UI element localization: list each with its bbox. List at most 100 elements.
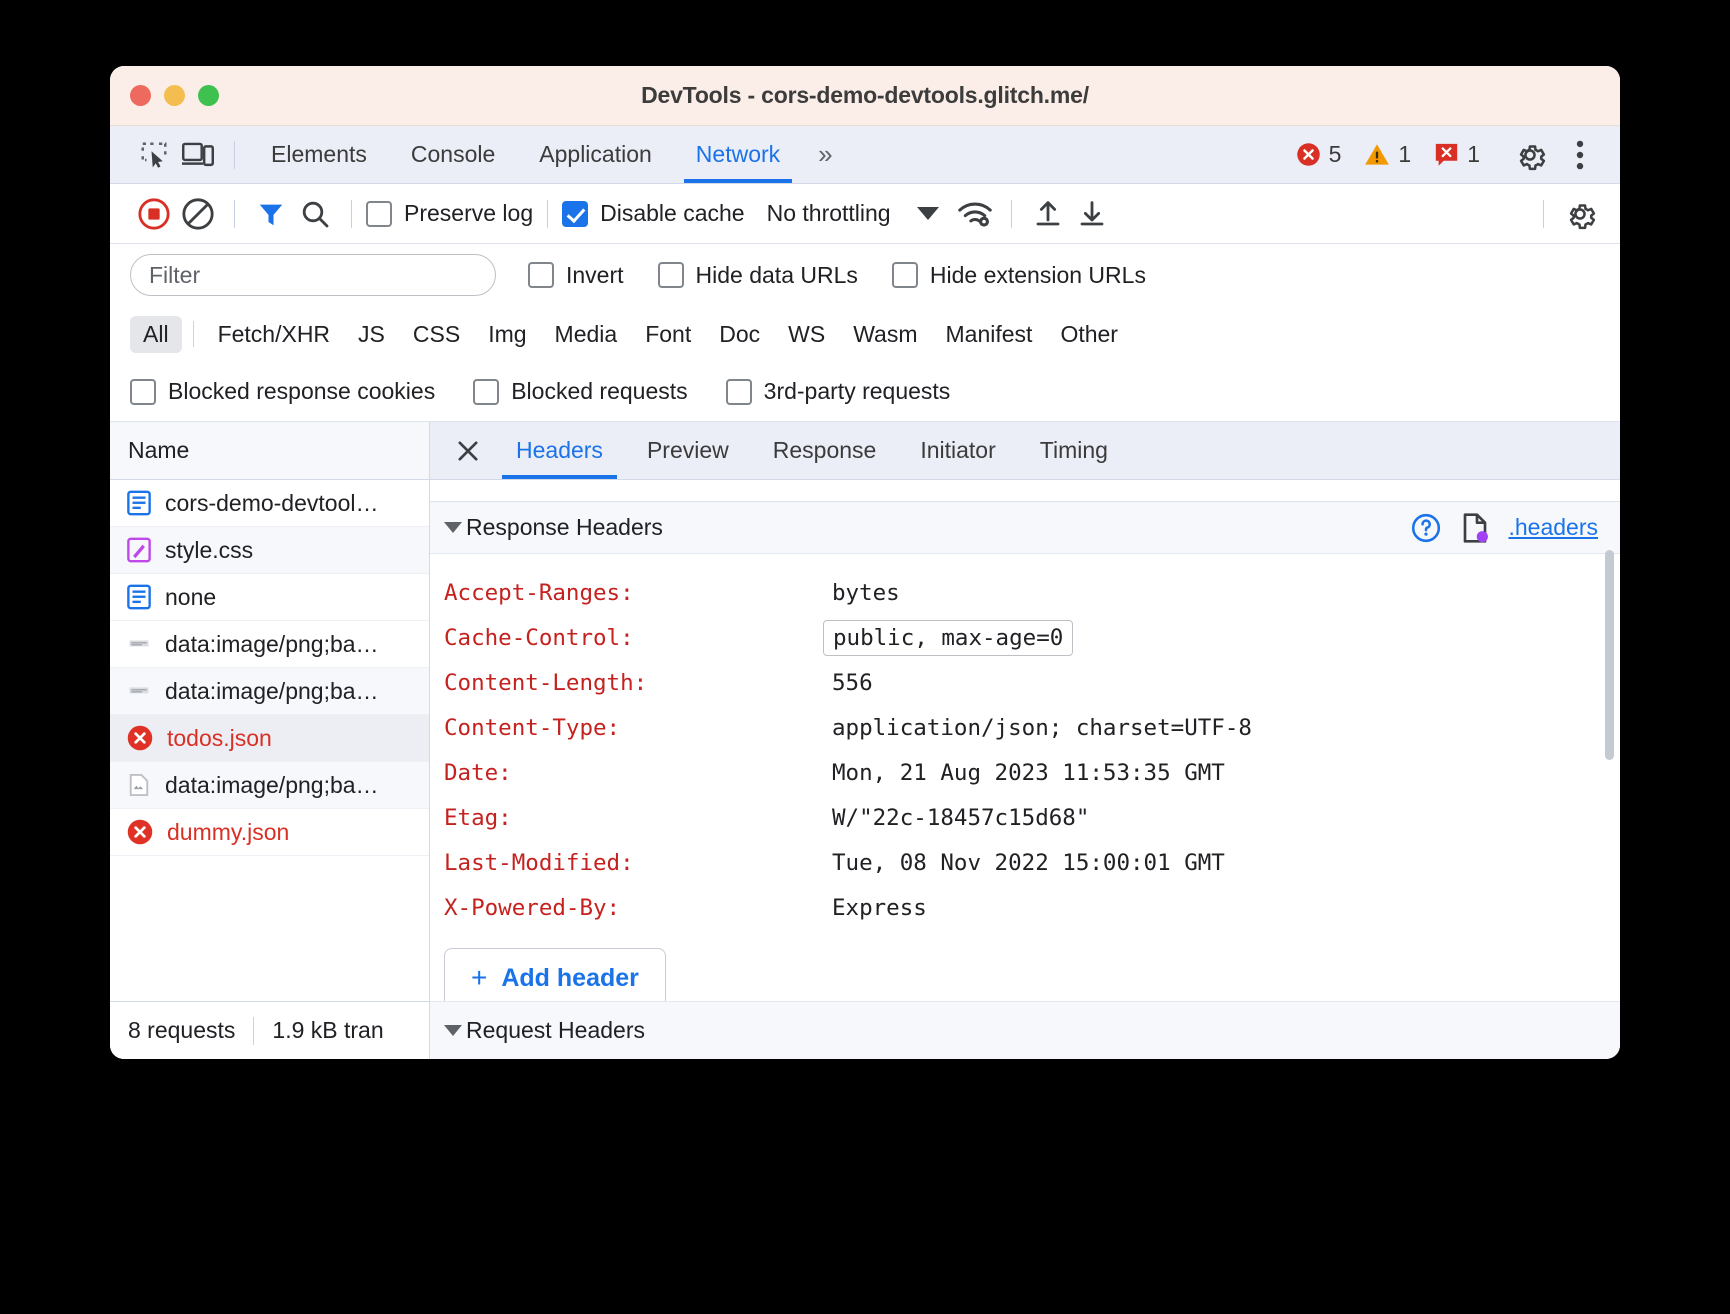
request-row-data-image-2[interactable]: data:image/png;ba… bbox=[110, 668, 429, 715]
column-header-name[interactable]: Name bbox=[110, 422, 429, 480]
header-row-last-modified[interactable]: Last-Modified: Tue, 08 Nov 2022 15:00:01… bbox=[430, 840, 1620, 885]
type-filter-font[interactable]: Font bbox=[632, 316, 704, 353]
type-filter-manifest[interactable]: Manifest bbox=[933, 316, 1046, 353]
request-name: todos.json bbox=[167, 725, 272, 752]
request-row-dummy-json[interactable]: dummy.json bbox=[110, 809, 429, 856]
tab-console[interactable]: Console bbox=[389, 126, 517, 183]
header-value[interactable]: Tue, 08 Nov 2022 15:00:01 GMT bbox=[832, 850, 1225, 876]
inspect-element-icon[interactable] bbox=[132, 135, 176, 175]
throttling-select[interactable]: No throttling bbox=[767, 200, 939, 227]
warning-badge[interactable]: 1 bbox=[1355, 141, 1419, 168]
disable-cache-checkbox[interactable]: Disable cache bbox=[562, 200, 744, 227]
header-row-content-type[interactable]: Content-Type: application/json; charset=… bbox=[430, 705, 1620, 750]
clear-no-entry-icon[interactable] bbox=[176, 194, 220, 234]
more-tabs-icon[interactable]: » bbox=[802, 139, 848, 170]
help-question-icon[interactable] bbox=[1410, 512, 1442, 544]
extra-filter-checkboxes: Blocked response cookies Blocked request… bbox=[110, 362, 1620, 422]
header-value[interactable]: Mon, 21 Aug 2023 11:53:35 GMT bbox=[832, 760, 1225, 786]
tab-network[interactable]: Network bbox=[674, 126, 802, 183]
detail-tab-timing[interactable]: Timing bbox=[1018, 422, 1130, 479]
hide-data-urls-checkbox[interactable]: Hide data URLs bbox=[658, 262, 858, 289]
request-row-todos-json[interactable]: todos.json bbox=[110, 715, 429, 762]
type-filter-all[interactable]: All bbox=[130, 316, 182, 353]
tab-elements[interactable]: Elements bbox=[249, 126, 389, 183]
download-arrow-icon[interactable] bbox=[1070, 194, 1114, 234]
request-row-data-image-3[interactable]: data:image/png;ba… bbox=[110, 762, 429, 809]
request-row-none[interactable]: none bbox=[110, 574, 429, 621]
headers-scrollbar[interactable] bbox=[1605, 550, 1614, 760]
header-name: X-Powered-By: bbox=[444, 895, 832, 921]
type-filter-fetch-xhr[interactable]: Fetch/XHR bbox=[205, 316, 343, 353]
header-value[interactable]: bytes bbox=[832, 580, 900, 606]
detail-tab-initiator[interactable]: Initiator bbox=[898, 422, 1017, 479]
resource-type-filters: All Fetch/XHR JS CSS Img Media Font Doc … bbox=[110, 306, 1620, 362]
request-row-data-image-1[interactable]: data:image/png;ba… bbox=[110, 621, 429, 668]
detail-tab-headers[interactable]: Headers bbox=[494, 422, 625, 479]
request-row-cors-demo[interactable]: cors-demo-devtool… bbox=[110, 480, 429, 527]
type-filter-css[interactable]: CSS bbox=[400, 316, 473, 353]
tab-application[interactable]: Application bbox=[517, 126, 674, 183]
panel-tabs: Elements Console Application Network » bbox=[249, 126, 849, 183]
tab-application-label: Application bbox=[539, 141, 652, 168]
type-filter-other[interactable]: Other bbox=[1047, 316, 1131, 353]
header-value[interactable]: 556 bbox=[832, 670, 873, 696]
funnel-filter-icon[interactable] bbox=[249, 194, 293, 234]
third-party-requests-checkbox[interactable]: 3rd-party requests bbox=[726, 378, 951, 405]
issues-count: 1 bbox=[1467, 141, 1480, 168]
header-row-accept-ranges[interactable]: Accept-Ranges: bytes bbox=[430, 570, 1620, 615]
device-toolbar-icon[interactable] bbox=[176, 135, 220, 175]
type-filter-js[interactable]: JS bbox=[345, 316, 398, 353]
hide-data-urls-label: Hide data URLs bbox=[696, 262, 858, 289]
invert-checkbox[interactable]: Invert bbox=[528, 262, 624, 289]
type-filter-ws[interactable]: WS bbox=[775, 316, 838, 353]
header-value[interactable]: Express bbox=[832, 895, 927, 921]
blocked-response-cookies-box bbox=[130, 379, 156, 405]
header-row-date[interactable]: Date: Mon, 21 Aug 2023 11:53:35 GMT bbox=[430, 750, 1620, 795]
hide-extension-urls-checkbox[interactable]: Hide extension URLs bbox=[892, 262, 1146, 289]
request-row-style-css[interactable]: style.css bbox=[110, 527, 429, 574]
gear-icon[interactable] bbox=[1508, 135, 1552, 175]
kebab-menu-icon[interactable] bbox=[1558, 135, 1602, 175]
header-value[interactable]: application/json; charset=UTF-8 bbox=[832, 715, 1252, 741]
chevron-down-icon bbox=[917, 207, 939, 220]
detail-tab-preview[interactable]: Preview bbox=[625, 422, 751, 479]
file-override-icon[interactable] bbox=[1460, 512, 1490, 544]
network-body: Name cors-demo-devtool… bbox=[110, 422, 1620, 1059]
search-icon[interactable] bbox=[293, 194, 337, 234]
header-name: Content-Type: bbox=[444, 715, 832, 741]
header-value-editable[interactable]: public, max-age=0 bbox=[823, 620, 1073, 656]
network-toolbar: Preserve log Disable cache No throttling bbox=[110, 184, 1620, 244]
upload-arrow-icon[interactable] bbox=[1026, 194, 1070, 234]
header-row-etag[interactable]: Etag: W/"22c-18457c15d68" bbox=[430, 795, 1620, 840]
warning-triangle-icon bbox=[1363, 141, 1391, 168]
toolbar-divider bbox=[234, 141, 235, 169]
wifi-gear-icon[interactable] bbox=[953, 194, 997, 234]
preserve-log-checkbox[interactable]: Preserve log bbox=[366, 200, 533, 227]
blocked-response-cookies-checkbox[interactable]: Blocked response cookies bbox=[130, 378, 435, 405]
headers-scroll-area: Response Headers bbox=[430, 502, 1620, 1001]
header-row-cache-control[interactable]: Cache-Control: public, max-age=0 bbox=[430, 615, 1620, 660]
response-headers-label: Response Headers bbox=[466, 514, 663, 541]
detail-tab-response[interactable]: Response bbox=[751, 422, 899, 479]
type-filter-doc[interactable]: Doc bbox=[706, 316, 773, 353]
type-filter-img[interactable]: Img bbox=[475, 316, 539, 353]
blocked-requests-checkbox[interactable]: Blocked requests bbox=[473, 378, 687, 405]
image-data-icon bbox=[126, 631, 152, 657]
close-icon[interactable] bbox=[442, 422, 494, 479]
network-settings-gear-icon[interactable] bbox=[1558, 194, 1602, 234]
type-filter-media[interactable]: Media bbox=[542, 316, 631, 353]
response-headers-section-title[interactable]: Response Headers bbox=[430, 502, 1620, 554]
error-badge[interactable]: 5 bbox=[1287, 141, 1350, 168]
toolbar-divider-3 bbox=[351, 200, 352, 228]
record-stop-icon[interactable] bbox=[132, 194, 176, 234]
request-headers-section-title[interactable]: Request Headers bbox=[430, 1001, 1620, 1059]
header-row-content-length[interactable]: Content-Length: 556 bbox=[430, 660, 1620, 705]
header-row-x-powered-by[interactable]: X-Powered-By: Express bbox=[430, 885, 1620, 930]
issues-badge[interactable]: 1 bbox=[1425, 141, 1488, 168]
filter-input[interactable] bbox=[130, 254, 496, 296]
type-filter-wasm[interactable]: Wasm bbox=[840, 316, 930, 353]
request-list: cors-demo-devtool… style.css bbox=[110, 480, 429, 1001]
add-header-button[interactable]: + Add header bbox=[444, 948, 666, 1001]
headers-override-link[interactable]: .headers bbox=[1508, 514, 1598, 541]
header-value[interactable]: W/"22c-18457c15d68" bbox=[832, 805, 1089, 831]
